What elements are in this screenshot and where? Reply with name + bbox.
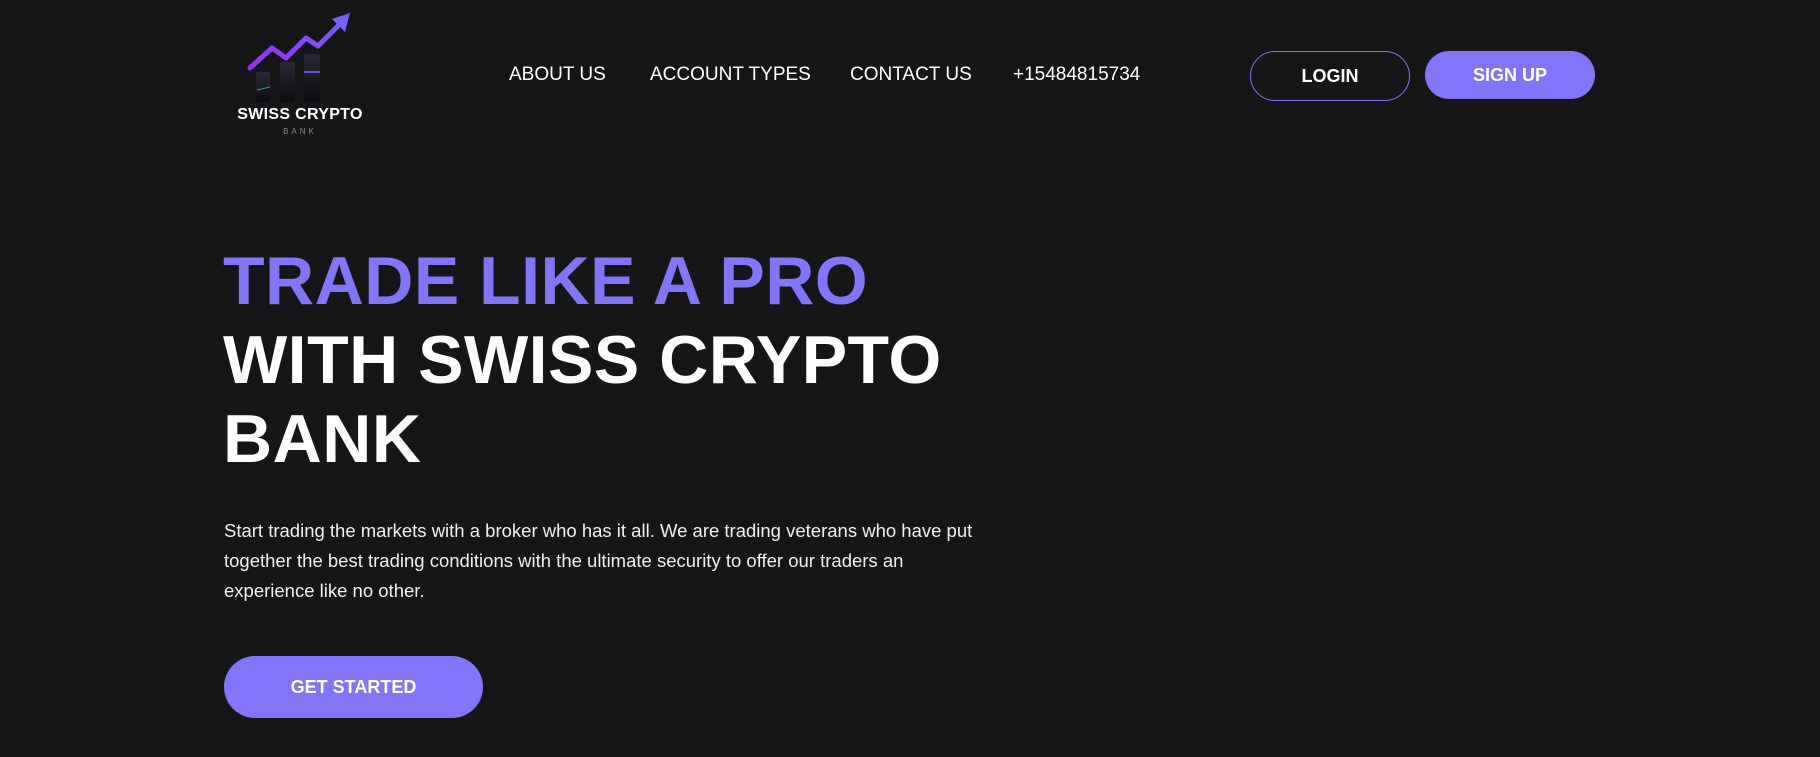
signup-button[interactable]: SIGN UP bbox=[1425, 51, 1595, 99]
nav-item-account-types[interactable]: ACCOUNT TYPES bbox=[650, 62, 811, 88]
brand-name: SWISS CRYPTO bbox=[237, 106, 363, 123]
hero-title-accent: TRADE LIKE A PRO bbox=[223, 243, 869, 319]
nav-item-phone[interactable]: +15484815734 bbox=[1013, 62, 1140, 88]
login-button[interactable]: LOGIN bbox=[1250, 51, 1410, 101]
get-started-button[interactable]: GET STARTED bbox=[224, 656, 483, 718]
site-header: SWISS CRYPTO BANK ABOUT US ACCOUNT TYPES… bbox=[0, 0, 1820, 150]
hero-title-line-3: BANK bbox=[223, 401, 422, 477]
hero-title: TRADE LIKE A PRO WITH SWISS CRYPTO BANK bbox=[223, 242, 942, 479]
chart-arrow-logo-icon bbox=[247, 13, 350, 102]
nav-item-about-us[interactable]: ABOUT US bbox=[509, 62, 606, 88]
brand-logo[interactable]: SWISS CRYPTO BANK bbox=[232, 10, 368, 138]
brand-subname: BANK bbox=[283, 127, 317, 136]
nav-item-contact-us[interactable]: CONTACT US bbox=[850, 62, 972, 88]
hero-title-line-2: WITH SWISS CRYPTO bbox=[223, 322, 942, 398]
hero-description: Start trading the markets with a broker … bbox=[224, 520, 973, 601]
